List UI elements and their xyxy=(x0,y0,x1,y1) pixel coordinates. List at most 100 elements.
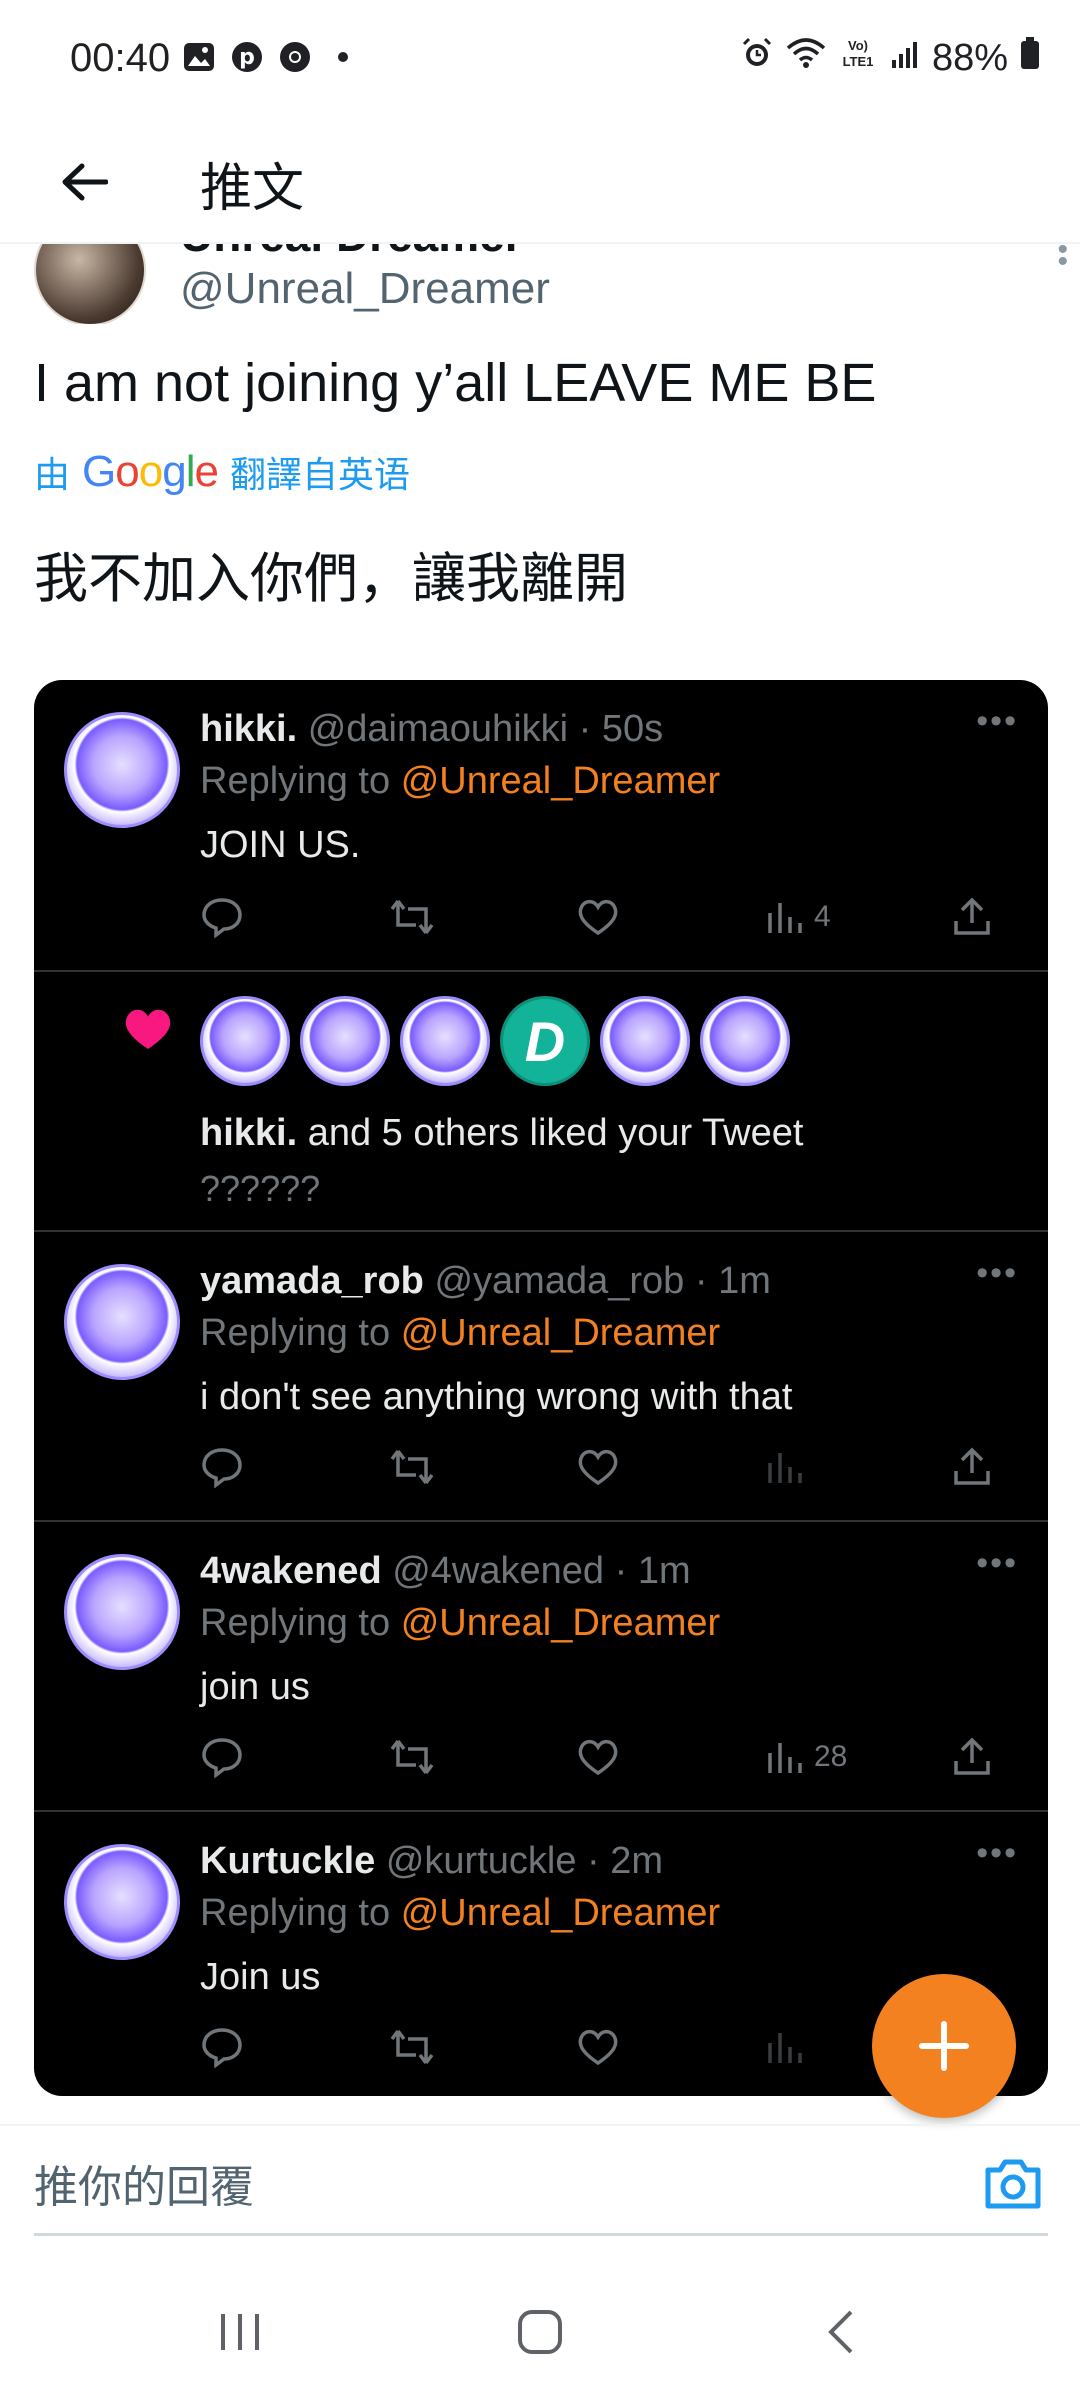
compose-fab[interactable] xyxy=(872,1974,1016,2118)
comment-icon xyxy=(200,892,244,942)
reply-author: yamada_rob @yamada_rob · 1m xyxy=(200,1260,771,1302)
signal-icon xyxy=(890,37,920,80)
svg-text:Vo): Vo) xyxy=(848,38,868,53)
replying-to: Replying to @Unreal_Dreamer xyxy=(200,1602,721,1644)
arrow-left-icon xyxy=(62,163,108,201)
avatar xyxy=(64,1554,180,1670)
share-icon xyxy=(952,892,992,942)
wifi-icon xyxy=(786,36,826,80)
share-icon xyxy=(952,1732,992,1782)
pinterest-icon: p xyxy=(230,40,264,74)
avatar xyxy=(700,996,790,1086)
back-nav-button[interactable] xyxy=(800,2302,880,2362)
comment-icon xyxy=(200,1442,244,1492)
view-count: 4 xyxy=(814,900,831,933)
chrome-icon xyxy=(278,40,312,74)
avatar xyxy=(400,996,490,1086)
liked-tweet-text: ?????? xyxy=(200,1168,321,1209)
reply-author: Kurtuckle @kurtuckle · 2m xyxy=(200,1840,664,1882)
heart-filled-icon xyxy=(120,1004,176,1059)
views-icon xyxy=(764,2022,814,2072)
more-icon: ••• xyxy=(976,1254,1018,1292)
volte-icon: Vo) LTE1 xyxy=(838,36,878,80)
reply-item: 4wakened @4wakened · 1m Replying to @Unr… xyxy=(34,1522,1048,1812)
reply-actions: 28 xyxy=(200,1732,1020,1782)
home-button[interactable] xyxy=(500,2302,580,2362)
system-navigation-bar xyxy=(0,2262,1080,2400)
avatar xyxy=(64,1264,180,1380)
reply-text: Join us xyxy=(200,1956,321,1998)
status-time: 00:40 xyxy=(70,36,171,80)
view-count: 28 xyxy=(814,1740,848,1773)
retweet-icon xyxy=(388,2022,436,2072)
image-icon xyxy=(182,40,216,74)
camera-button[interactable] xyxy=(982,2156,1044,2218)
avatar xyxy=(200,996,290,1086)
back-button[interactable] xyxy=(44,142,124,222)
retweet-icon xyxy=(388,1732,436,1782)
recents-icon xyxy=(221,2314,259,2350)
heart-icon xyxy=(576,1732,620,1782)
comment-icon xyxy=(200,2022,244,2072)
translate-prefix: 由 xyxy=(34,455,71,496)
liker-avatars: D xyxy=(200,996,790,1086)
camera-icon xyxy=(985,2159,1041,2209)
reply-actions xyxy=(200,1442,1020,1492)
embedded-screenshot[interactable]: hikki. @daimaouhikki · 50s Replying to @… xyxy=(34,680,1048,2096)
avatar xyxy=(64,712,180,828)
tweet-text: I am not joining y’all LEAVE ME BE xyxy=(34,353,877,413)
avatar xyxy=(64,1844,180,1960)
avatar xyxy=(600,996,690,1086)
svg-text:LTE1: LTE1 xyxy=(843,54,874,69)
likes-text: hikki. and 5 others liked your Tweet xyxy=(200,1112,804,1154)
google-logo: Google xyxy=(82,447,219,496)
tweet-author[interactable]: Unreal Dreamer @Unreal_Dreamer •• xyxy=(0,244,1080,324)
heart-icon xyxy=(576,892,620,942)
alarm-icon xyxy=(740,36,774,80)
replying-to: Replying to @Unreal_Dreamer xyxy=(200,760,721,802)
translation-attribution[interactable]: 由 Google 翻譯自英语 xyxy=(34,446,410,498)
retweet-icon xyxy=(388,1442,436,1492)
chevron-left-icon xyxy=(828,2310,853,2354)
page-title: 推文 xyxy=(200,159,305,219)
reply-author: hikki. @daimaouhikki · 50s xyxy=(200,708,664,750)
reply-text: JOIN US. xyxy=(200,824,361,866)
share-icon xyxy=(952,1442,992,1492)
dot-icon xyxy=(326,40,360,74)
reply-input[interactable] xyxy=(34,2142,1048,2236)
status-right: Vo) LTE1 88% xyxy=(740,36,1040,80)
likes-notification: D hikki. and 5 others liked your Tweet ?… xyxy=(34,972,1048,1232)
notification-icons: p xyxy=(182,40,360,74)
reply-actions: 4 xyxy=(200,892,1020,942)
author-name[interactable]: Unreal Dreamer xyxy=(180,244,523,262)
heart-icon xyxy=(576,2022,620,2072)
avatar-d-logo: D xyxy=(500,996,590,1086)
author-handle[interactable]: @Unreal_Dreamer xyxy=(180,264,550,314)
plus-icon xyxy=(919,2021,969,2071)
heart-icon xyxy=(576,1442,620,1492)
more-icon: ••• xyxy=(976,1834,1018,1872)
retweet-icon xyxy=(388,892,436,942)
views-icon: 28 xyxy=(764,1732,847,1782)
recent-apps-button[interactable] xyxy=(200,2302,280,2362)
reply-item: hikki. @daimaouhikki · 50s Replying to @… xyxy=(34,680,1048,972)
reply-bar xyxy=(0,2124,1080,2252)
replying-to: Replying to @Unreal_Dreamer xyxy=(200,1892,721,1934)
home-icon xyxy=(518,2310,562,2354)
comment-icon xyxy=(200,1732,244,1782)
more-options-icon[interactable]: • • xyxy=(1057,244,1068,277)
views-icon xyxy=(764,1442,814,1492)
views-icon: 4 xyxy=(764,892,831,942)
tweet-header: 推文 xyxy=(0,120,1080,244)
more-icon: ••• xyxy=(976,702,1018,740)
svg-text:p: p xyxy=(239,45,255,70)
reply-author: 4wakened @4wakened · 1m xyxy=(200,1550,691,1592)
battery-icon xyxy=(1020,36,1040,80)
avatar xyxy=(300,996,390,1086)
battery-text: 88% xyxy=(931,36,1008,79)
more-icon: ••• xyxy=(976,1544,1018,1582)
reply-text: join us xyxy=(200,1666,310,1708)
reply-item: yamada_rob @yamada_rob · 1m Replying to … xyxy=(34,1232,1048,1522)
translate-suffix: 翻譯自英语 xyxy=(229,455,410,496)
author-avatar[interactable] xyxy=(34,244,146,324)
